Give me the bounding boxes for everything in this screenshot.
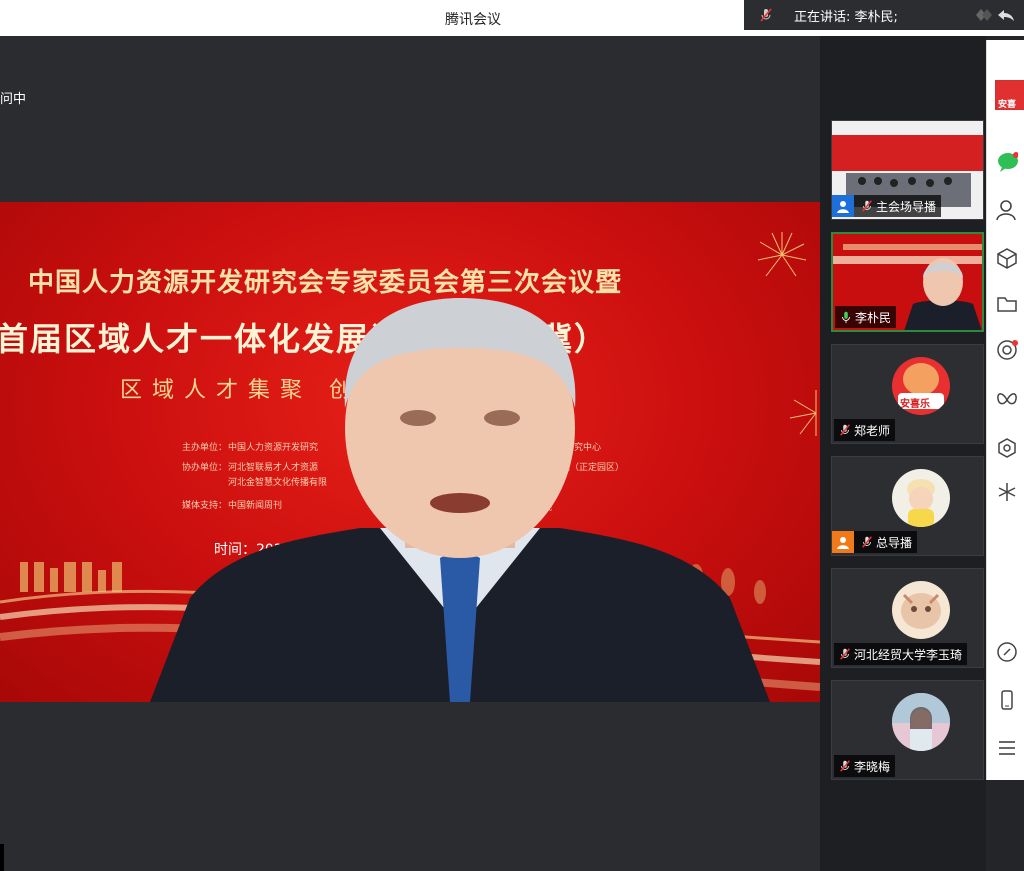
- mic-muted-icon: [858, 197, 876, 215]
- participant-name: 李朴民: [855, 310, 892, 325]
- participant-name: 郑老师: [854, 423, 891, 438]
- avatar-text: 安喜: [998, 100, 1017, 110]
- link-icon[interactable]: [995, 640, 1019, 664]
- aperture-icon[interactable]: [995, 338, 1019, 362]
- participant-name: 河北经贸大学李玉琦: [854, 647, 963, 662]
- menu-icon[interactable]: [995, 736, 1019, 760]
- speaking-indicator: 正在讲话: 李朴民;: [744, 0, 1024, 30]
- participant-sidebar[interactable]: 主会场导播 李朴民 安喜乐 郑老师 总导播 河北经贸大学李玉琦 李晓梅: [820, 36, 986, 871]
- right-toolbar[interactable]: 安喜: [986, 40, 1024, 780]
- speaker-person: [150, 298, 770, 702]
- diamond-icon: [976, 9, 992, 21]
- mic-active-icon: [837, 308, 855, 326]
- mic-muted-icon: [858, 533, 876, 551]
- participant-avatar: [892, 581, 950, 639]
- mic-muted-icon: [836, 645, 854, 663]
- participant-name-tag: 郑老师: [834, 419, 896, 441]
- participant-name-tag: 李晓梅: [834, 755, 896, 777]
- participant-tile[interactable]: 主会场导播: [831, 120, 984, 220]
- speaker-tools[interactable]: [970, 6, 1016, 24]
- participant-tile[interactable]: 河北经贸大学李玉琦: [831, 568, 984, 668]
- cube-icon[interactable]: [995, 246, 1019, 270]
- participant-tile[interactable]: 李晓梅: [831, 680, 984, 780]
- participant-name: 李晓梅: [854, 759, 891, 774]
- undo-icon: [998, 10, 1014, 21]
- speaking-label: 正在讲话: 李朴民;: [794, 9, 898, 25]
- folder-icon[interactable]: [995, 292, 1019, 316]
- corner-marker: [0, 844, 4, 871]
- hexagon-icon[interactable]: [995, 436, 1019, 460]
- user-avatar[interactable]: 安喜: [995, 80, 1024, 110]
- avatar-text: 安喜乐: [900, 399, 930, 410]
- firework-decoration: [757, 232, 807, 277]
- speaker-video: 中国人力资源开发研究会专家委员会第三次会议暨 首届区域人才一体化发展论坛（京津冀…: [0, 202, 820, 702]
- mic-muted-icon: [836, 757, 854, 775]
- main-video-area[interactable]: 问中 中国人力资源开发研究会专家委员会第三次会议暨 首届区域人才一体化发展论坛（…: [0, 36, 820, 871]
- phone-icon[interactable]: [995, 688, 1019, 712]
- slide-title-line1: 中国人力资源开发研究会专家委员会第三次会议暨: [28, 268, 623, 298]
- chat-icon[interactable]: [995, 150, 1019, 174]
- contacts-icon[interactable]: [995, 198, 1019, 222]
- participant-name: 主会场导播: [876, 199, 937, 214]
- participant-name-tag: 主会场导播: [832, 195, 942, 217]
- mic-muted-icon: [756, 5, 776, 25]
- participant-tile[interactable]: 总导播: [831, 456, 984, 556]
- participant-avatar: 安喜乐: [892, 357, 950, 415]
- participant-name: 总导播: [876, 535, 913, 550]
- participant-tile[interactable]: 李朴民: [831, 232, 984, 332]
- participant-name-tag: 总导播: [832, 531, 918, 553]
- butterfly-icon[interactable]: [995, 388, 1019, 412]
- host-icon: [832, 195, 854, 217]
- cohost-icon: [832, 531, 854, 553]
- participant-name-tag: 李朴民: [835, 306, 897, 328]
- sparkle-icon[interactable]: [995, 480, 1019, 504]
- participant-tile[interactable]: 安喜乐 郑老师: [831, 344, 984, 444]
- participant-avatar: [892, 693, 950, 751]
- firework-decoration: [789, 390, 817, 436]
- overlay-text: 问中: [0, 92, 27, 107]
- participant-name-tag: 河北经贸大学李玉琦: [834, 643, 968, 665]
- participant-avatar: [892, 469, 950, 527]
- mic-muted-icon: [836, 421, 854, 439]
